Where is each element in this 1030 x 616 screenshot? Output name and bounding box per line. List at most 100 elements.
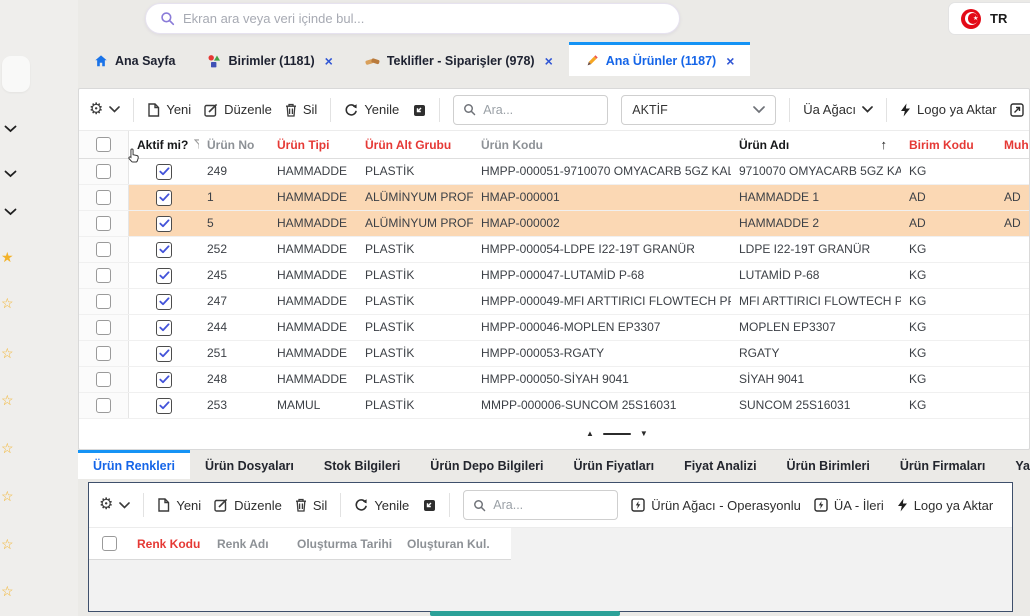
aktif-checkbox[interactable] (129, 185, 199, 210)
header-renk-adi[interactable]: Renk Adı (209, 537, 289, 551)
aktif-checkbox[interactable] (129, 393, 199, 418)
detail-grid-search[interactable] (463, 490, 618, 520)
logo-aktar-button[interactable]: Logo ya Aktar (900, 102, 997, 117)
table-row[interactable]: 1 HAMMADDE ALÜMİNYUM PROFİL HMAP-000001 … (79, 185, 1029, 211)
chevron-down-icon[interactable] (4, 208, 17, 216)
status-filter-select[interactable]: AKTİF (621, 95, 776, 125)
header-olusturan-kul[interactable]: Oluşturan Kul. (399, 537, 511, 551)
table-row[interactable]: 251 HAMMADDE PLASTİK HMPP-000053-RGATY R… (79, 341, 1029, 367)
favorite-star-outline-icon[interactable]: ☆ (1, 441, 14, 455)
row-select-checkbox[interactable] (79, 159, 129, 184)
row-select-checkbox[interactable] (79, 237, 129, 262)
aktif-checkbox[interactable] (129, 263, 199, 288)
edit-button[interactable]: Düzenle (204, 102, 272, 117)
detail-grid-search-input[interactable] (493, 498, 608, 512)
table-row[interactable]: 249 HAMMADDE PLASTİK HMPP-000051-9710070… (79, 159, 1029, 185)
table-row[interactable]: 245 HAMMADDE PLASTİK HMPP-000047-LUTAMİD… (79, 263, 1029, 289)
header-olusturma-tarihi[interactable]: Oluşturma Tarihi (289, 537, 399, 551)
export-icon[interactable] (412, 103, 426, 117)
row-select-checkbox[interactable] (79, 315, 129, 340)
favorite-star-outline-icon[interactable]: ☆ (1, 346, 14, 360)
delete-button[interactable]: Sil (285, 102, 317, 117)
tab-birimler[interactable]: Birimler (1181) × (191, 42, 348, 76)
table-row[interactable]: 248 HAMMADDE PLASTİK HMPP-000050-SİYAH 9… (79, 367, 1029, 393)
stok-olustur-button[interactable]: Stok Oluştur (1010, 102, 1030, 117)
row-select-checkbox[interactable] (79, 211, 129, 236)
row-select-checkbox[interactable] (79, 185, 129, 210)
header-urun-alt-grubu[interactable]: Ürün Alt Grubu (357, 131, 473, 158)
table-row[interactable]: 252 HAMMADDE PLASTİK HMPP-000054-LDPE I2… (79, 237, 1029, 263)
aktif-checkbox[interactable] (129, 289, 199, 314)
aktif-checkbox[interactable] (129, 367, 199, 392)
global-search[interactable] (145, 3, 680, 34)
favorite-star-outline-icon[interactable]: ☆ (1, 584, 14, 598)
aktif-checkbox[interactable] (129, 237, 199, 262)
logo-aktar-button[interactable]: Logo ya Aktar (897, 498, 994, 513)
tab-urun-depo-bilgileri[interactable]: Ürün Depo Bilgileri (415, 450, 558, 479)
tab-ana-sayfa[interactable]: Ana Sayfa (78, 42, 191, 76)
grid-settings-button[interactable]: ⚙ (89, 102, 120, 118)
tab-yabanci-isimler[interactable]: Yabancı İsimler (1000, 450, 1030, 479)
tab-stok-bilgileri[interactable]: Stok Bilgileri (309, 450, 415, 479)
new-button[interactable]: Yeni (147, 102, 191, 117)
grid-settings-button[interactable]: ⚙ (99, 497, 130, 513)
delete-button[interactable]: Sil (295, 498, 327, 513)
horizontal-scrollbar-thumb[interactable] (430, 611, 620, 616)
row-select-checkbox[interactable] (79, 341, 129, 366)
tab-urun-renkleri[interactable]: Ürün Renkleri (78, 450, 190, 479)
sidebar-item-partial[interactable] (2, 56, 30, 92)
tab-urun-dosyalari[interactable]: Ürün Dosyaları (190, 450, 309, 479)
favorite-star-outline-icon[interactable]: ☆ (1, 296, 14, 310)
aktif-checkbox[interactable] (129, 211, 199, 236)
tab-teklifler-siparisler[interactable]: Teklifler - Siparişler (978) × (349, 42, 569, 76)
aktif-checkbox[interactable] (129, 315, 199, 340)
urun-agaci-operasyonlu-button[interactable]: Ürün Ağacı - Operasyonlu (631, 498, 801, 513)
close-icon[interactable]: × (726, 54, 734, 68)
header-birim-kodu[interactable]: Birim Kodu (901, 131, 996, 158)
favorite-star-icon[interactable]: ★ (1, 250, 14, 264)
row-select-checkbox[interactable] (79, 393, 129, 418)
row-select-checkbox[interactable] (79, 367, 129, 392)
chevron-down-icon[interactable] (4, 125, 17, 133)
select-all-checkbox[interactable] (89, 528, 129, 559)
collapse-up-icon[interactable]: ▲ (586, 430, 594, 438)
refresh-button[interactable]: Yenile (344, 102, 399, 117)
close-icon[interactable]: × (545, 54, 553, 68)
tab-urun-birimleri[interactable]: Ürün Birimleri (772, 450, 885, 479)
table-row[interactable]: 247 HAMMADDE PLASTİK HMPP-000049-MFI ART… (79, 289, 1029, 315)
tab-urun-fiyatlari[interactable]: Ürün Fiyatları (559, 450, 670, 479)
global-search-input[interactable] (183, 11, 665, 26)
tab-urun-firmalari[interactable]: Ürün Firmaları (885, 450, 1000, 479)
panel-splitter[interactable]: ▲ ▼ (586, 430, 648, 438)
close-icon[interactable]: × (325, 54, 333, 68)
favorite-star-outline-icon[interactable]: ☆ (1, 393, 14, 407)
aktif-checkbox[interactable] (129, 341, 199, 366)
table-row[interactable]: 244 HAMMADDE PLASTİK HMPP-000046-MOPLEN … (79, 315, 1029, 341)
select-all-checkbox[interactable] (79, 131, 129, 158)
header-urun-kodu[interactable]: Ürün Kodu (473, 131, 731, 158)
favorite-star-outline-icon[interactable]: ☆ (1, 489, 14, 503)
row-select-checkbox[interactable] (79, 263, 129, 288)
collapse-down-icon[interactable]: ▼ (640, 430, 648, 438)
language-button[interactable]: ★ TR (948, 2, 1030, 35)
table-row[interactable]: 5 HAMMADDE ALÜMİNYUM PROFİL HMAP-000002 … (79, 211, 1029, 237)
header-urun-adi[interactable]: Ürün Adı ↑ (731, 131, 901, 158)
header-urun-no[interactable]: Ürün No (199, 131, 269, 158)
ua-ileri-button[interactable]: ÜA - İleri (814, 498, 884, 513)
favorite-star-outline-icon[interactable]: ☆ (1, 537, 14, 551)
refresh-button[interactable]: Yenile (354, 498, 409, 513)
row-select-checkbox[interactable] (79, 289, 129, 314)
table-row[interactable]: 253 MAMUL PLASTİK MMPP-000006-SUNCOM 25S… (79, 393, 1029, 419)
edit-button[interactable]: Düzenle (214, 498, 282, 513)
new-button[interactable]: Yeni (157, 498, 201, 513)
tab-ana-urunler[interactable]: Ana Ürünler (1187) × (569, 42, 751, 76)
grid-search[interactable] (453, 95, 608, 125)
splitter-handle[interactable] (603, 433, 631, 436)
grid-search-input[interactable] (483, 103, 598, 117)
ua-agaci-dropdown[interactable]: Üa Ağacı (803, 102, 873, 117)
chevron-down-icon[interactable] (4, 170, 17, 178)
header-muh[interactable]: Muh. (996, 131, 1029, 158)
sort-ascending-icon[interactable]: ↑ (881, 137, 902, 152)
header-renk-kodu[interactable]: Renk Kodu (129, 537, 209, 551)
tab-fiyat-analizi[interactable]: Fiyat Analizi (669, 450, 771, 479)
